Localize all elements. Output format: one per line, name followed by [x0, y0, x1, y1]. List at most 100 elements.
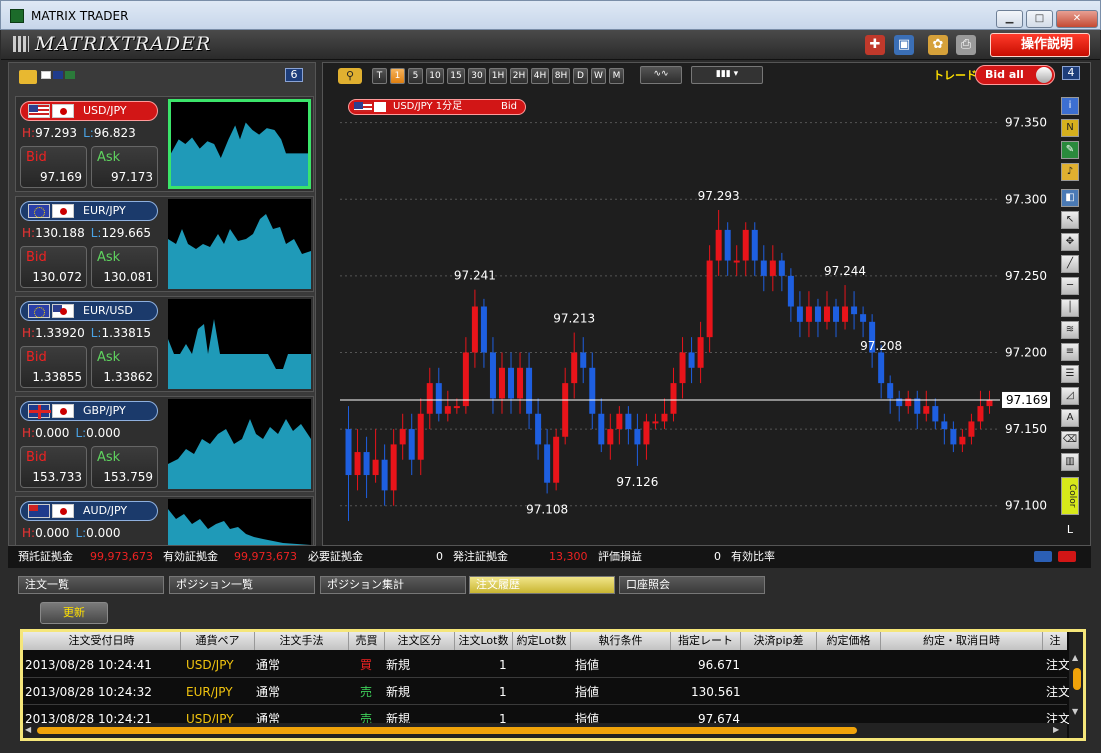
maximize-button[interactable]: □ [1026, 10, 1053, 28]
rate-card-gbpjpy[interactable]: GBP/JPY H:0.000 L:0.000 Bid 153.733 Ask 153… [15, 396, 314, 492]
column-header[interactable]: 指定レート [671, 632, 741, 650]
zoom-icon[interactable]: ⚲ [338, 68, 362, 84]
column-header[interactable]: 約定価格 [817, 632, 881, 650]
column-header[interactable]: 注文区分 [385, 632, 455, 650]
expand-up-icon[interactable] [1058, 551, 1076, 562]
help-button[interactable]: 操作説明 [990, 33, 1090, 57]
save-icon[interactable]: ▣ [894, 35, 914, 55]
close-button[interactable]: ✕ [1056, 10, 1098, 28]
candlestick-chart[interactable]: 97.350 97.300 97.250 97.200 97.150 97.100 97.2… [340, 92, 1058, 544]
alert-icon[interactable]: ♪ [1061, 163, 1079, 181]
toolbox-icon[interactable]: ✚ [865, 35, 885, 55]
timeframe-4h[interactable]: 4H [531, 68, 549, 84]
timeframe-8h[interactable]: 8H [552, 68, 570, 84]
sparkline-chart[interactable] [168, 399, 311, 489]
scroll-thumb[interactable] [1073, 668, 1081, 690]
candle-body [986, 399, 993, 407]
channel-icon[interactable]: ≡ [1061, 343, 1079, 361]
fan-icon[interactable]: ◿ [1061, 387, 1079, 405]
sparkline-chart[interactable] [168, 99, 311, 189]
note-icon[interactable]: ✎ [1061, 141, 1079, 159]
sparkline-chart[interactable] [168, 299, 311, 389]
column-header[interactable]: 通貨ペア [181, 632, 255, 650]
palette-icon[interactable]: ✿ [928, 35, 948, 55]
folder-icon[interactable] [19, 70, 37, 84]
bid-button[interactable]: Bid 1.33855 [20, 346, 87, 388]
timeframe-2h[interactable]: 2H [510, 68, 528, 84]
timeframe-1h[interactable]: 1H [489, 68, 507, 84]
column-header[interactable]: 約定Lot数 [513, 632, 571, 650]
color-settings-icon[interactable]: ◧ [1061, 189, 1079, 207]
info-icon[interactable]: i [1061, 97, 1079, 115]
sparkline-chart[interactable] [168, 499, 311, 546]
timeframe-10[interactable]: 10 [426, 68, 444, 84]
print-icon[interactable]: ⎙ [956, 35, 976, 55]
ask-button[interactable]: Ask 1.33862 [91, 346, 158, 388]
sparkline-chart[interactable] [168, 199, 311, 289]
tab-positions[interactable]: ポジション一覧 [169, 576, 315, 594]
column-header[interactable]: 執行条件 [571, 632, 671, 650]
crosshair-icon[interactable]: ✥ [1061, 233, 1079, 251]
horizontal-scrollbar[interactable]: ◀ ▶ [23, 723, 1067, 738]
column-header[interactable]: 約定・取消日時 [881, 632, 1043, 650]
tab-position-summary[interactable]: ポジション集計 [320, 576, 466, 594]
cursor-icon[interactable]: ↖ [1061, 211, 1079, 229]
bid-button[interactable]: Bid 130.072 [20, 246, 87, 288]
delete-icon[interactable]: ▥ [1061, 453, 1079, 471]
vertical-line-icon[interactable]: │ [1061, 299, 1079, 317]
refresh-button[interactable]: 更新 [40, 602, 108, 624]
column-header[interactable]: 注文Lot数 [455, 632, 513, 650]
y-tick-label: 97.100 [1005, 499, 1047, 513]
vertical-scrollbar[interactable]: ▲ ▼ [1069, 632, 1083, 738]
timeframe-30[interactable]: 30 [468, 68, 486, 84]
timeframe-t[interactable]: T [372, 68, 387, 84]
ask-button[interactable]: Ask 153.759 [91, 446, 158, 488]
column-header[interactable]: 注文受付日時 [23, 632, 181, 650]
horizontal-line-icon[interactable]: ─ [1061, 277, 1079, 295]
scroll-down-icon[interactable]: ▼ [1072, 708, 1082, 716]
ask-button[interactable]: Ask 97.173 [91, 146, 158, 188]
news-icon[interactable]: N [1061, 119, 1079, 137]
timeframe-15[interactable]: 15 [447, 68, 465, 84]
tab-order-history[interactable]: 注文履歴 [469, 576, 615, 594]
timeframe-m[interactable]: M [609, 68, 624, 84]
table-row[interactable]: 2013/08/28 10:24:32 EUR/JPY 通常 売 新規 1 指値… [23, 679, 1070, 705]
rate-card-eurusd[interactable]: EUR/USD H:1.33920 L:1.33815 Bid 1.33855 As… [15, 296, 314, 392]
minimize-button[interactable]: ▁ [996, 10, 1023, 28]
color-palette-icon[interactable]: Color [1061, 477, 1079, 515]
timeframe-d[interactable]: D [573, 68, 588, 84]
timeframe-w[interactable]: W [591, 68, 606, 84]
retracement-icon[interactable]: ☰ [1061, 365, 1079, 383]
tab-order-list[interactable]: 注文一覧 [18, 576, 164, 594]
scroll-left-icon[interactable]: ◀ [25, 725, 31, 734]
candle-body [932, 406, 939, 422]
rate-card-eurjpy[interactable]: EUR/JPY H:130.188 L:129.665 Bid 130.072 As… [15, 196, 314, 292]
flag-us-icon [52, 304, 74, 318]
rate-card-audjpy[interactable]: AUD/JPY H:0.000 L:0.000 [15, 496, 314, 546]
timeframe-5[interactable]: 5 [408, 68, 423, 84]
timeframe-1[interactable]: 1 [390, 68, 405, 84]
flag-jp-icon [52, 104, 74, 118]
bid-all-toggle[interactable]: Bid all [975, 65, 1055, 85]
hscroll-thumb[interactable] [37, 727, 857, 734]
tab-account-inquiry[interactable]: 口座照会 [619, 576, 765, 594]
chart-symbol-label: USD/JPY 1分足 Bid [348, 99, 526, 115]
rate-card-usdjpy[interactable]: USD/JPY H:97.293 L:96.823 Bid 97.169 Ask 97… [15, 96, 314, 192]
scroll-right-icon[interactable]: ▶ [1053, 725, 1059, 734]
column-header[interactable]: 売買 [349, 632, 385, 650]
bid-button[interactable]: Bid 153.733 [20, 446, 87, 488]
table-row[interactable]: 2013/08/28 10:24:41 USD/JPY 通常 買 新規 1 指値… [23, 652, 1070, 678]
collapse-down-icon[interactable] [1034, 551, 1052, 562]
scroll-up-icon[interactable]: ▲ [1072, 654, 1082, 662]
column-header[interactable]: 決済pip差 [741, 632, 817, 650]
ask-button[interactable]: Ask 130.081 [91, 246, 158, 288]
text-tool-icon[interactable]: A [1061, 409, 1079, 427]
fibonacci-icon[interactable]: ≋ [1061, 321, 1079, 339]
eraser-icon[interactable]: ⌫ [1061, 431, 1079, 449]
bid-button[interactable]: Bid 97.169 [20, 146, 87, 188]
trendline-icon[interactable]: ╱ [1061, 255, 1079, 273]
indicator-icon[interactable]: ∿∿ [640, 66, 682, 84]
column-header[interactable]: 注 [1043, 632, 1067, 650]
column-header[interactable]: 注文手法 [255, 632, 349, 650]
chart-type-select[interactable]: ▮▮▮ ▾ [691, 66, 763, 84]
